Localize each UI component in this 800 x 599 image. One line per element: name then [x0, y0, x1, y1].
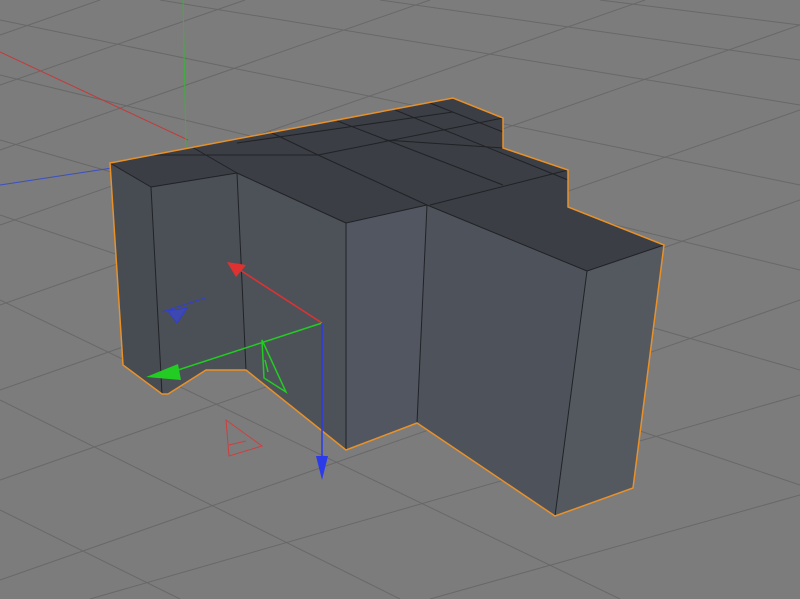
3d-viewport[interactable]	[0, 0, 800, 599]
left-front-face	[151, 173, 246, 394]
middle-side-face	[346, 205, 427, 450]
